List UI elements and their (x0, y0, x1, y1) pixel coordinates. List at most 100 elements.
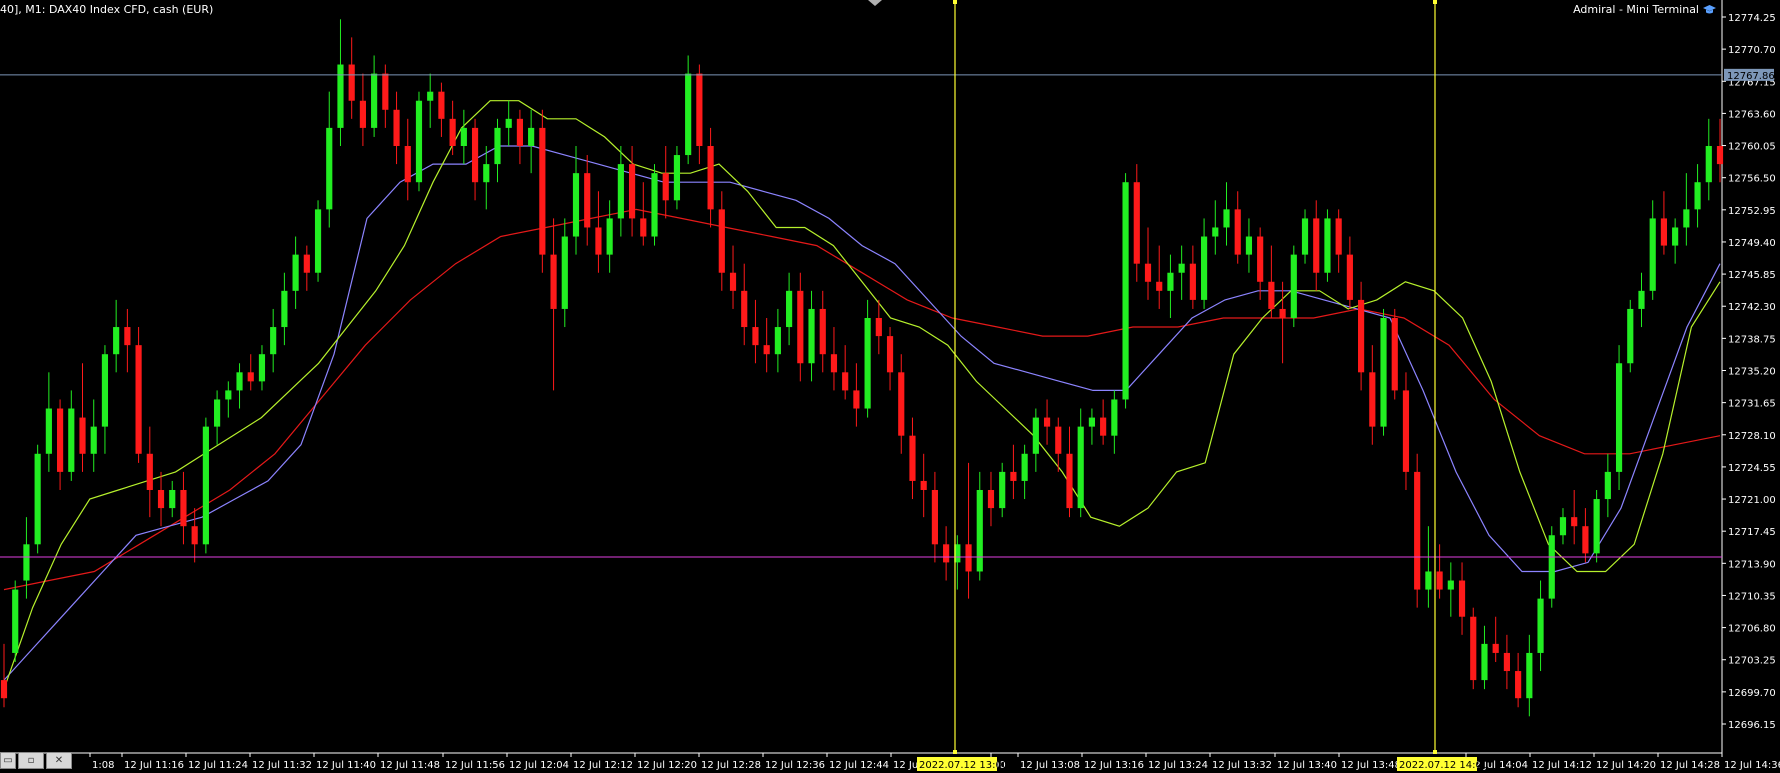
candle-body (1301, 218, 1309, 255)
candle-body (281, 290, 288, 328)
candle-body (886, 336, 894, 373)
candle-body (157, 489, 165, 509)
candle-body (1346, 254, 1353, 300)
candle-body (1470, 616, 1477, 681)
candle-body (359, 100, 366, 128)
candle-body (1088, 417, 1096, 427)
candle-body (1571, 517, 1578, 527)
candle-body (729, 272, 737, 291)
price-tick-label: 12738.75 (1728, 334, 1776, 345)
time-tick-label: 12 Jul 13:08 (1020, 760, 1080, 771)
candle-body (1077, 426, 1084, 509)
candle-body (236, 372, 243, 391)
candle-body (1156, 281, 1163, 291)
candle-body (920, 480, 927, 490)
candle-body (90, 426, 97, 454)
candle-body (1414, 471, 1421, 590)
candle-body (1380, 317, 1387, 427)
candle-body (1447, 580, 1454, 590)
price-tick-label: 12703.25 (1728, 656, 1776, 667)
candle-body (146, 453, 153, 490)
price-tick-label: 12706.80 (1728, 624, 1776, 635)
time-tick-label: 12 Jul 11:32 (252, 760, 312, 771)
window-controls: ▭ ▫ ✕ (0, 752, 72, 772)
candle-body (101, 354, 109, 427)
candle-body (1582, 526, 1589, 554)
candle-body (1593, 499, 1600, 554)
candle-body (976, 489, 983, 572)
candle-body (550, 254, 557, 309)
time-tick-label: 12 Jul 11:24 (188, 760, 248, 771)
candle-body (707, 145, 714, 210)
candle-body (1167, 272, 1174, 291)
candle-body (1503, 652, 1510, 672)
candle-body (68, 408, 75, 472)
candle-body (1021, 453, 1028, 481)
candle-body (1660, 218, 1668, 246)
candle-body (348, 64, 355, 101)
price-tick-label: 12756.50 (1728, 174, 1776, 185)
candle-body (1705, 145, 1712, 183)
price-tick-label: 12749.40 (1728, 238, 1776, 249)
time-tick-label: 12 Jul 12:36 (765, 760, 825, 771)
candle-body (314, 209, 322, 273)
candle-body (1615, 363, 1623, 472)
candle-body (292, 254, 299, 291)
candle-body (34, 453, 41, 545)
graduation-cap-icon (1703, 4, 1716, 13)
candle-body (505, 118, 512, 128)
candle-body (1358, 299, 1365, 373)
candle-body (1324, 218, 1331, 273)
candle-body (393, 109, 400, 146)
candle-body (1043, 417, 1051, 427)
candle-body (415, 100, 423, 183)
time-tick-label: 12 Jul 13:32 (1212, 760, 1272, 771)
candle-body (1268, 281, 1275, 309)
candle-body (1234, 209, 1241, 255)
price-chart[interactable]: 12774.2512770.7012767.1512763.6012760.05… (0, 0, 1780, 773)
time-tick-label: 12 Jul 14:28 (1660, 760, 1720, 771)
candle-body (1223, 209, 1230, 228)
close-button[interactable]: ✕ (46, 752, 72, 769)
candle-body (1515, 671, 1522, 699)
candle-body (718, 209, 725, 273)
candle-body (909, 435, 916, 481)
candle-body (1279, 308, 1286, 318)
candle-body (774, 327, 781, 355)
vertical-line-handle-bottom (1433, 750, 1437, 754)
candle-body (628, 164, 636, 219)
candle-body (404, 145, 411, 183)
candle-body (45, 408, 52, 454)
candle-body (640, 218, 647, 237)
candle-body (797, 290, 804, 364)
candle-body (1369, 372, 1376, 427)
restore-button[interactable]: ▭ (0, 752, 16, 769)
time-tick-label: 12 Jul 13:24 (1148, 760, 1208, 771)
terminal-label[interactable]: Admiral - Mini Terminal (1573, 3, 1716, 16)
candle-body (943, 544, 950, 563)
candle-body (169, 489, 176, 509)
candle-body (1111, 399, 1118, 436)
candle-body (987, 489, 995, 509)
candle-body (662, 173, 669, 201)
candle-body (786, 290, 793, 328)
candle-body (1200, 236, 1208, 300)
candle-body (1683, 209, 1690, 228)
candle-body (528, 127, 535, 146)
time-tick-label: 12 Jul 11:40 (316, 760, 376, 771)
price-tick-label: 12752.95 (1728, 206, 1776, 217)
price-tick-label: 12774.25 (1728, 13, 1776, 24)
candle-body (965, 544, 972, 572)
candle-body (494, 127, 501, 165)
candle-body (180, 489, 187, 527)
candle-body (617, 164, 624, 219)
candle-body (853, 390, 860, 409)
candle-body (819, 308, 826, 355)
candle-body (12, 589, 19, 653)
window-button[interactable]: ▫ (18, 752, 44, 769)
candle-body (337, 64, 344, 128)
candle-body (1066, 453, 1073, 509)
time-tick-label: 12 Jul 12:04 (509, 760, 569, 771)
candle-body (1257, 236, 1264, 282)
candle-body (1055, 426, 1062, 454)
